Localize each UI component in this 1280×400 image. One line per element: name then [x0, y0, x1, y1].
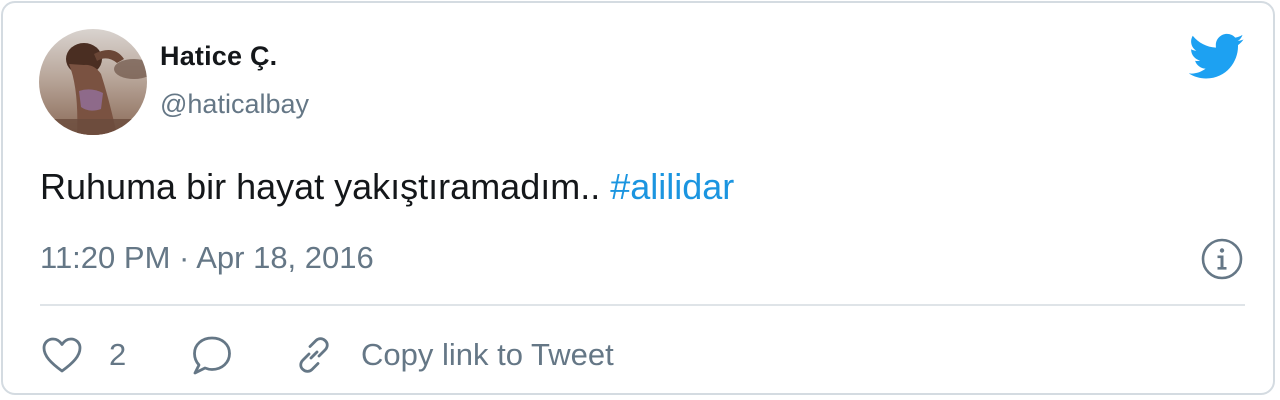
link-icon [299, 337, 329, 373]
copy-link-label: Copy link to Tweet [361, 337, 614, 372]
tweet-timestamp[interactable]: 11:20 PM · Apr 18, 2016 [40, 240, 374, 276]
like-count: 2 [109, 337, 127, 372]
user-handle[interactable]: @haticalbay [160, 89, 309, 120]
display-name[interactable]: Hatice Ç. [160, 41, 277, 72]
info-icon[interactable] [1200, 237, 1244, 281]
heart-icon [42, 337, 82, 373]
hashtag-link[interactable]: #alilidar [610, 166, 734, 207]
reply-button[interactable] [191, 329, 233, 381]
tweet-body: Ruhuma bir hayat yakıştıramadım.. [40, 166, 611, 207]
tweet-text: Ruhuma bir hayat yakıştıramadım.. #alili… [40, 166, 734, 208]
divider [40, 304, 1245, 306]
reply-icon [193, 336, 231, 375]
twitter-bird-icon[interactable] [1188, 33, 1245, 81]
like-button[interactable]: 2 [41, 329, 126, 381]
avatar[interactable] [39, 29, 147, 135]
copy-link-button[interactable]: Copy link to Tweet [293, 329, 614, 381]
tweet-card: Hatice Ç. @haticalbay Ruhuma bir hayat y… [1, 1, 1275, 395]
